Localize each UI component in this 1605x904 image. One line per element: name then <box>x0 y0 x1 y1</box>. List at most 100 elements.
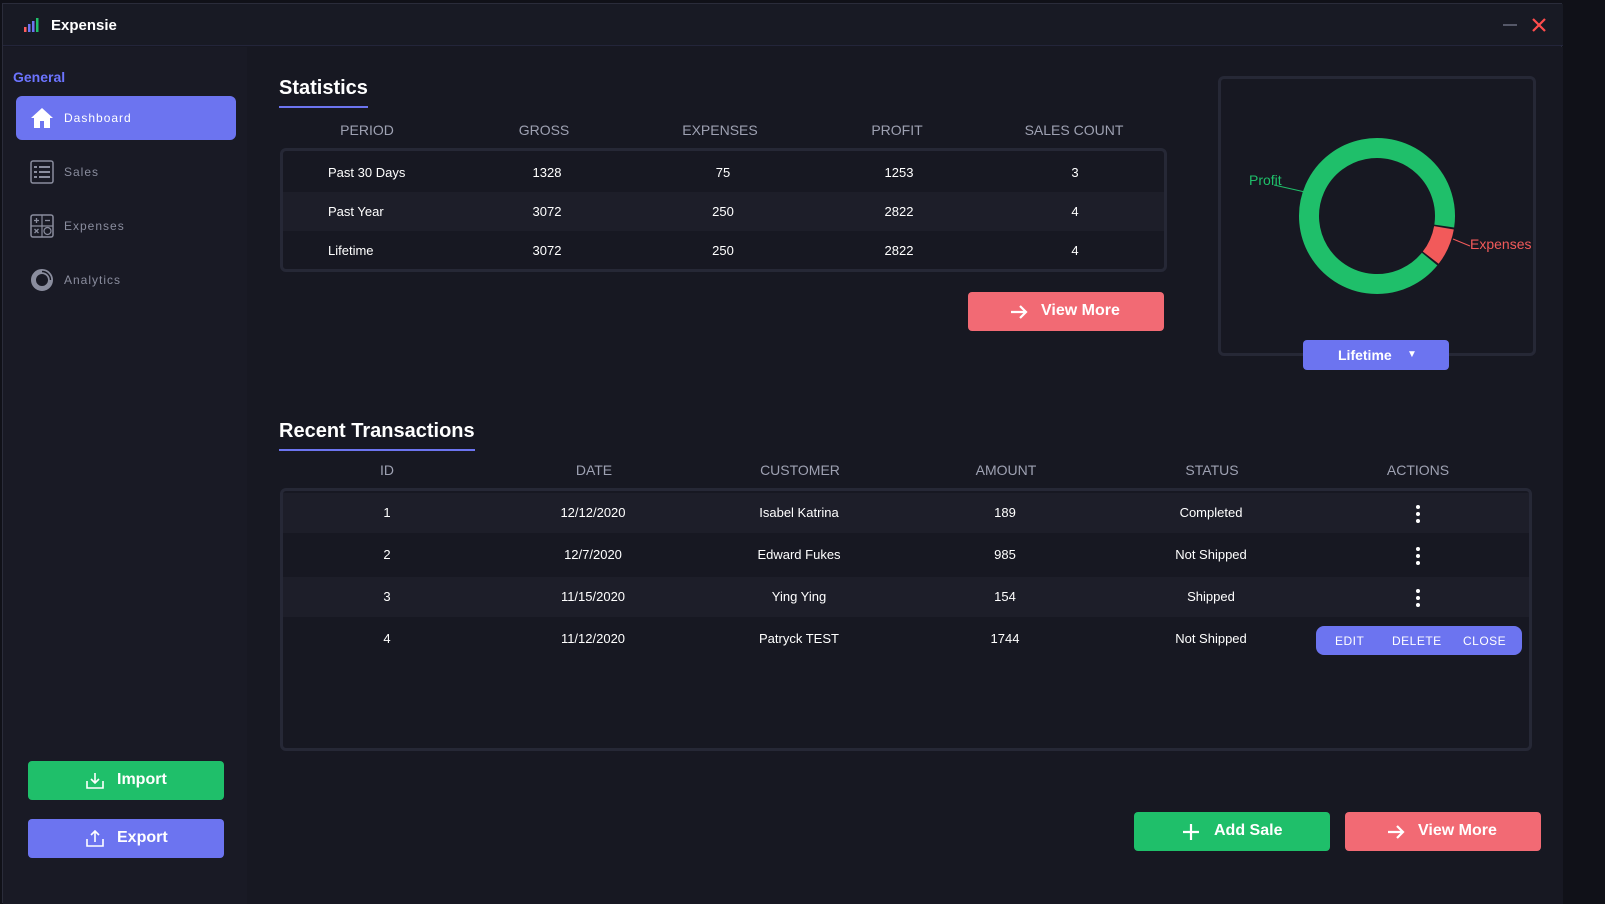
arrow-right-icon <box>1011 305 1028 319</box>
close-icon <box>1532 18 1546 32</box>
expenses-leader-line <box>1452 238 1471 247</box>
cell-customer: Edward Fukes <box>757 547 841 562</box>
expenses-slice <box>1422 225 1454 264</box>
table-row[interactable]: 1 12/12/2020 Isabel Katrina 189 Complete… <box>283 493 1529 533</box>
table-row[interactable]: 3 11/15/2020 Ying Ying 154 Shipped <box>283 577 1529 617</box>
sidebar-item-label: Analytics <box>64 273 122 287</box>
sidebar-item-sales[interactable]: Sales <box>16 150 236 194</box>
cell-status: Not Shipped <box>1175 631 1247 646</box>
cell-date: 11/15/2020 <box>560 589 626 604</box>
sidebar-item-dashboard[interactable]: Dashboard <box>16 96 236 140</box>
view-more-label: View More <box>1041 302 1120 319</box>
cell-id: 4 <box>383 631 391 646</box>
home-icon <box>31 108 53 128</box>
calculator-icon <box>30 214 54 238</box>
cell-date: 12/12/2020 <box>560 505 626 520</box>
profit-slice <box>1299 138 1455 294</box>
statistics-view-more-button[interactable]: View More <box>968 292 1164 331</box>
cell-id: 1 <box>383 505 391 520</box>
cell-id: 2 <box>383 547 391 562</box>
period-dropdown[interactable]: Lifetime ▼ <box>1303 340 1449 370</box>
statistics-title: Statistics <box>279 77 368 108</box>
expenses-slice-label: Expenses <box>1470 236 1531 252</box>
sidebar-item-analytics[interactable]: Analytics <box>16 258 236 302</box>
cell-gross: 3072 <box>532 204 562 219</box>
export-icon <box>86 830 104 847</box>
kebab-menu-icon[interactable] <box>1408 503 1428 527</box>
kebab-menu-icon[interactable] <box>1408 587 1428 611</box>
table-row: Past 30 Days 1328 75 1253 3 <box>283 153 1164 192</box>
column-header-id: ID <box>380 462 394 478</box>
cell-profit: 1253 <box>884 165 914 180</box>
edit-action-button[interactable]: EDIT <box>1335 634 1364 648</box>
column-header-actions: ACTIONS <box>1386 462 1450 478</box>
cell-amount: 189 <box>994 505 1016 520</box>
transactions-view-more-button[interactable]: View More <box>1345 812 1541 851</box>
cell-date: 11/12/2020 <box>560 631 626 646</box>
column-header-customer: CUSTOMER <box>760 462 840 478</box>
cell-profit: 2822 <box>884 243 914 258</box>
period-dropdown-value: Lifetime <box>1338 347 1392 363</box>
cell-customer: Patryck TEST <box>759 631 839 646</box>
cell-expenses: 250 <box>712 243 734 258</box>
column-header-period: PERIOD <box>340 122 394 138</box>
recent-transactions-title: Recent Transactions <box>279 420 475 451</box>
cell-amount: 1744 <box>990 631 1020 646</box>
kebab-menu-icon[interactable] <box>1408 545 1428 569</box>
close-action-button[interactable]: CLOSE <box>1463 634 1506 648</box>
export-button-label: Export <box>117 829 168 846</box>
sidebar: General Dashboard Sales Expenses Analyti… <box>3 47 247 904</box>
column-header-status: STATUS <box>1185 462 1239 478</box>
statistics-table: Past 30 Days 1328 75 1253 3 Past Year 30… <box>280 148 1167 272</box>
export-button[interactable]: Export <box>28 819 224 858</box>
cell-profit: 2822 <box>884 204 914 219</box>
donut-chart-icon <box>31 269 53 291</box>
import-button[interactable]: Import <box>28 761 224 800</box>
cell-period: Past 30 Days <box>328 165 406 180</box>
list-icon <box>30 160 54 184</box>
cell-sales-count: 4 <box>1071 243 1079 258</box>
cell-period: Past Year <box>328 204 384 219</box>
delete-action-button[interactable]: DELETE <box>1392 634 1442 648</box>
cell-sales-count: 4 <box>1071 204 1079 219</box>
minimize-button[interactable] <box>1503 24 1517 26</box>
sidebar-item-expenses[interactable]: Expenses <box>16 204 236 248</box>
table-row[interactable]: 2 12/7/2020 Edward Fukes 985 Not Shipped <box>283 535 1529 575</box>
column-header-amount: AMOUNT <box>975 462 1037 478</box>
cell-amount: 154 <box>994 589 1016 604</box>
table-row: Past Year 3072 250 2822 4 <box>283 192 1164 231</box>
close-window-button[interactable] <box>1528 12 1550 38</box>
cell-status: Shipped <box>1187 589 1235 604</box>
add-sale-button[interactable]: Add Sale <box>1134 812 1330 851</box>
profit-expenses-chart-card: Profit Expenses <box>1218 76 1536 356</box>
donut-chart: Profit Expenses <box>1249 138 1531 294</box>
transactions-table: 1 12/12/2020 Isabel Katrina 189 Complete… <box>280 488 1532 751</box>
cell-period: Lifetime <box>328 243 374 258</box>
add-sale-label: Add Sale <box>1214 822 1283 839</box>
cell-id: 3 <box>383 589 391 604</box>
cell-gross: 3072 <box>532 243 562 258</box>
sidebar-item-label: Sales <box>64 165 100 179</box>
sidebar-item-label: Expenses <box>64 219 125 233</box>
cell-customer: Isabel Katrina <box>759 505 839 520</box>
cell-status: Not Shipped <box>1175 547 1247 562</box>
column-header-profit: PROFIT <box>871 122 923 138</box>
cell-gross: 1328 <box>532 165 562 180</box>
cell-customer: Ying Ying <box>771 589 827 604</box>
cell-expenses: 75 <box>715 165 731 180</box>
row-action-menu: EDIT DELETE CLOSE <box>1316 626 1522 655</box>
sidebar-item-label: Dashboard <box>64 111 132 125</box>
column-header-gross: GROSS <box>518 122 570 138</box>
app-window: Expensie General Dashboard Sales Expense… <box>2 3 1563 904</box>
bar-chart-logo-icon <box>24 18 39 32</box>
import-button-label: Import <box>117 771 167 788</box>
cell-amount: 985 <box>994 547 1016 562</box>
main-content: Statistics PERIOD GROSS EXPENSES PROFIT … <box>247 47 1563 904</box>
import-icon <box>86 773 104 789</box>
plus-icon <box>1183 824 1199 840</box>
view-more-label: View More <box>1418 822 1497 839</box>
cell-status: Completed <box>1179 505 1243 520</box>
column-header-expenses: EXPENSES <box>682 122 758 138</box>
table-row: Lifetime 3072 250 2822 4 <box>283 231 1164 270</box>
caret-down-icon: ▼ <box>1407 349 1417 360</box>
